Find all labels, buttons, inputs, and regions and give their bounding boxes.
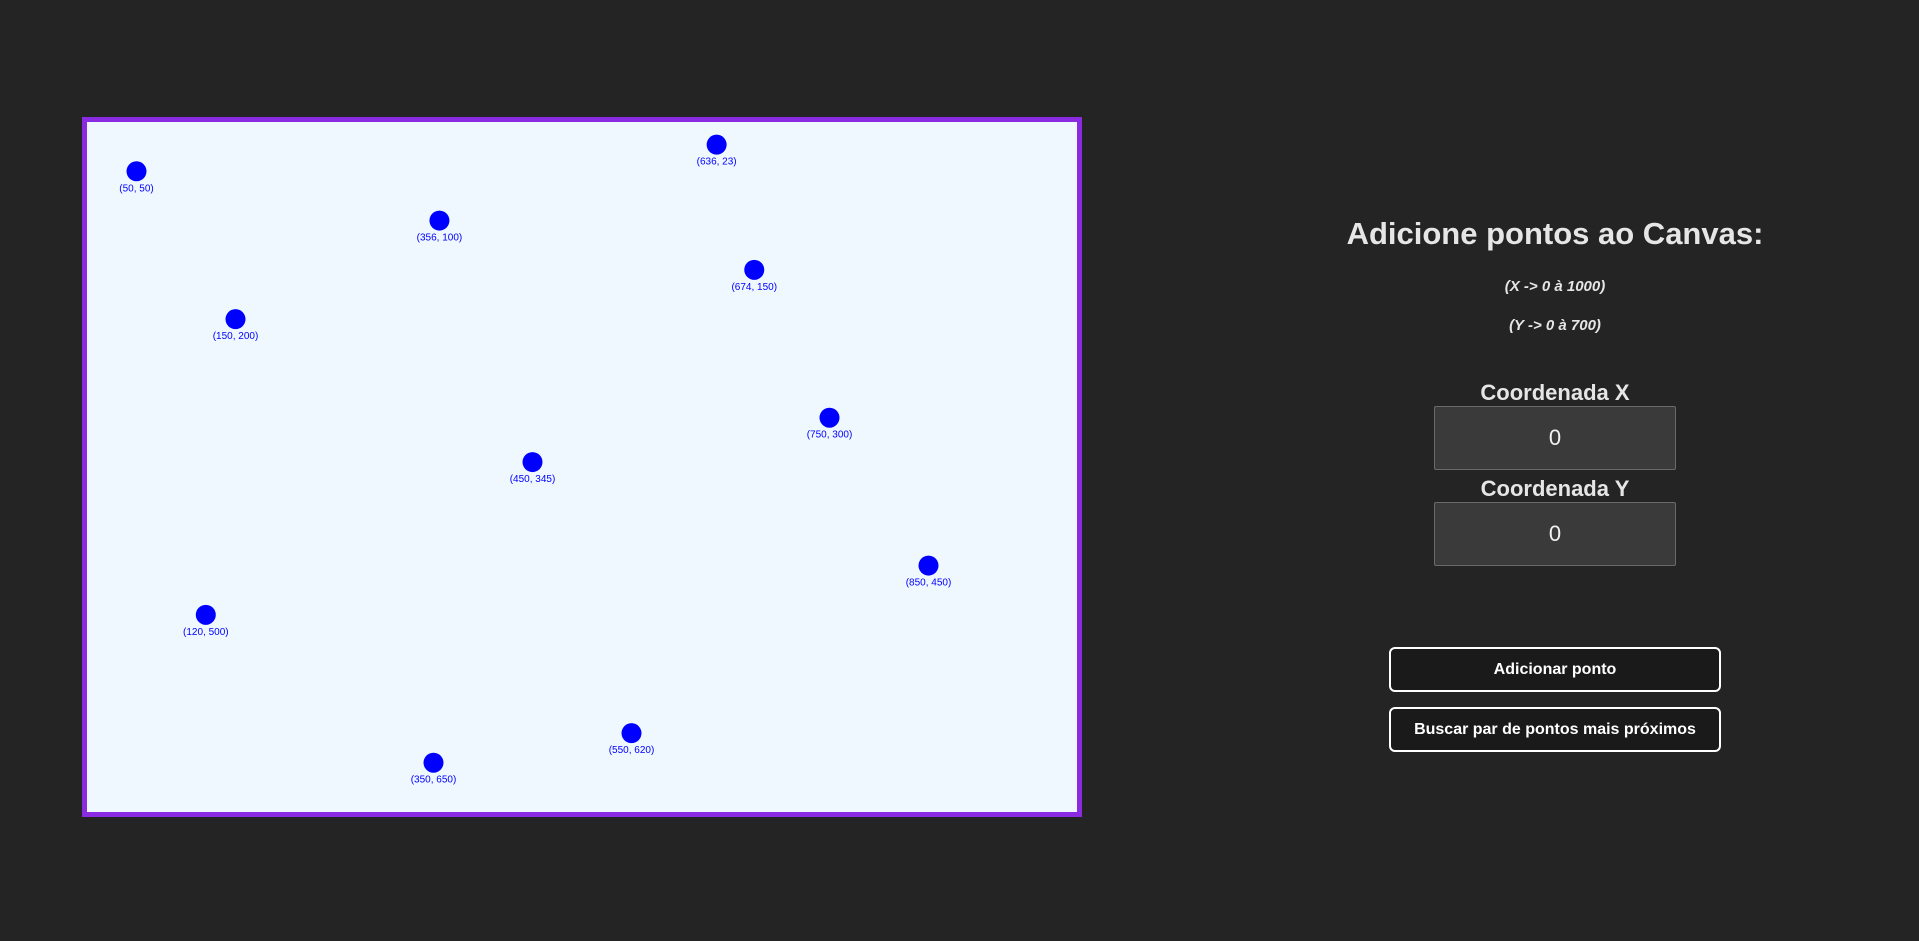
point-label: (50, 50): [119, 183, 153, 194]
point-marker: [706, 134, 727, 155]
point-label: (636, 23): [697, 157, 737, 168]
point-label: (550, 620): [609, 745, 655, 756]
point-label: (450, 345): [510, 474, 556, 485]
point-label: (674, 150): [731, 282, 777, 293]
point-marker: [429, 210, 450, 231]
find-closest-pair-button[interactable]: Buscar par de pontos mais próximos: [1389, 707, 1721, 752]
point-label: (850, 450): [906, 578, 952, 589]
point-label: (750, 300): [807, 430, 853, 441]
x-coordinate-label: Coordenada X: [1480, 380, 1630, 405]
points-plot: (50, 50) (636, 23) (356, 100) (674, 150) (15…: [119, 134, 952, 786]
add-point-button[interactable]: Adicionar ponto: [1389, 647, 1721, 692]
y-coordinate-label: Coordenada Y: [1480, 476, 1630, 501]
point-marker: [918, 555, 939, 576]
panel-title: Adicione pontos ao Canvas:: [1346, 216, 1764, 251]
point-marker: [744, 259, 765, 280]
points-canvas[interactable]: (50, 50) (636, 23) (356, 100) (674, 150) (15…: [82, 117, 1082, 817]
point-marker: [225, 309, 246, 330]
point-marker: [126, 161, 147, 182]
y-coordinate-input[interactable]: [1434, 502, 1676, 566]
point-label: (120, 500): [183, 627, 229, 638]
point-marker: [423, 752, 444, 773]
point-marker: [621, 723, 642, 744]
control-panel: Adicione pontos ao Canvas: (X -> 0 à 100…: [1290, 200, 1820, 752]
point-label: (150, 200): [213, 331, 259, 342]
point-label: (356, 100): [417, 233, 463, 244]
x-range-hint: (X -> 0 à 1000): [1504, 278, 1606, 295]
point-marker: [819, 407, 840, 428]
y-range-hint: (Y -> 0 à 700): [1509, 317, 1601, 334]
x-coordinate-input[interactable]: [1434, 406, 1676, 470]
point-marker: [195, 604, 216, 625]
point-label: (350, 650): [411, 775, 457, 786]
point-marker: [522, 452, 543, 473]
